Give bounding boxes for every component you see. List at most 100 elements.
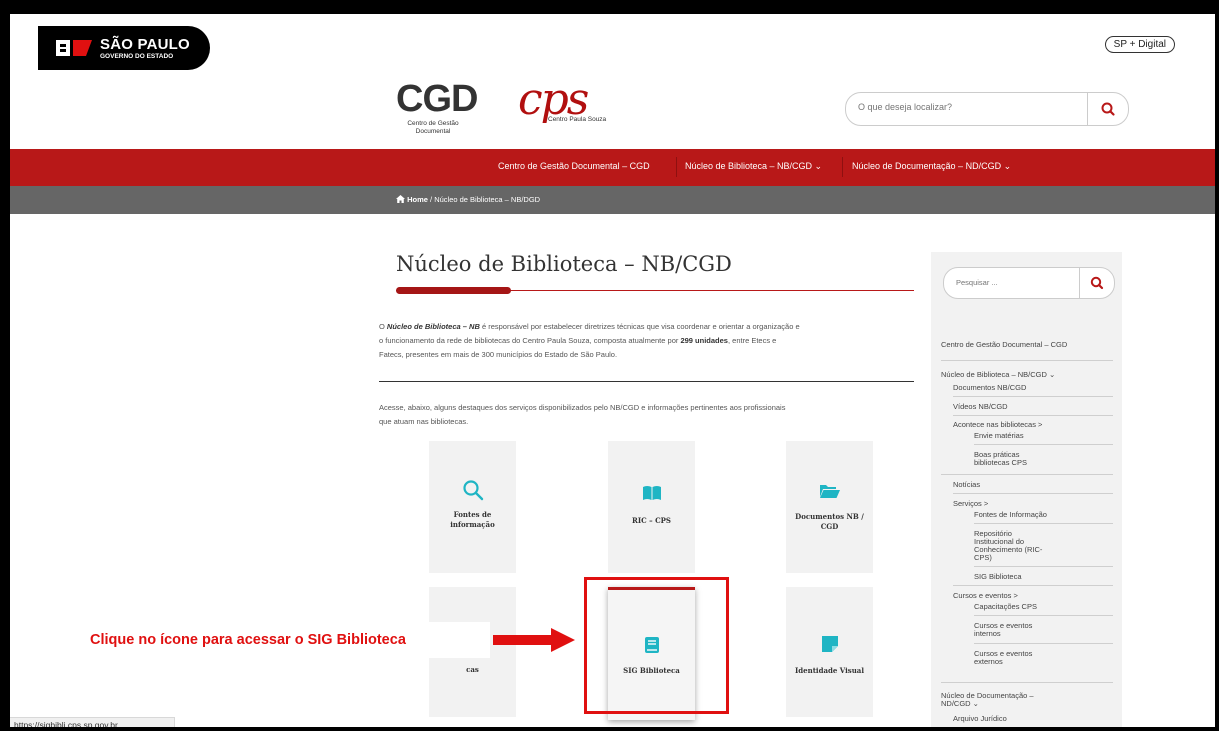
sidebar-item-nd[interactable]: Núcleo de Documentação – ND/CGD ⌄ — [941, 692, 1034, 708]
intro-line-2-end: , entre Etecs e — [727, 336, 777, 345]
sidebar-item-documentos[interactable]: Documentos NB/CGD — [953, 384, 1026, 392]
sidebar-item-noticias[interactable]: Notícias — [953, 481, 980, 489]
card-fontes-informacao[interactable]: Fontes de informação — [429, 441, 516, 573]
sidebar-search-button[interactable] — [1079, 268, 1114, 298]
sidebar-item-servicos[interactable]: Serviços > — [953, 500, 988, 508]
sidebar-divider — [953, 396, 1113, 397]
sidebar-divider — [974, 566, 1113, 567]
header-search-input[interactable] — [856, 101, 1080, 113]
card-ric-label: RIC – CPS — [632, 516, 671, 525]
sidebar-item-cursos[interactable]: Cursos e eventos > — [953, 592, 1018, 600]
nav-item-cgd[interactable]: Centro de Gestão Documental – CGD — [498, 161, 650, 171]
intro-line-1-end: é responsável por estabelecer diretrizes… — [479, 322, 800, 331]
breadcrumb: Home / Núcleo de Biblioteca – NB/DGD — [10, 186, 1215, 214]
sidebar-divider — [941, 360, 1113, 361]
card-identidade-visual[interactable]: Identidade Visual — [786, 587, 873, 717]
breadcrumb-home-link[interactable]: Home — [407, 195, 428, 204]
sidebar-item-boas-praticas[interactable]: Boas práticas bibliotecas CPS — [974, 451, 1027, 467]
sidebar-item-nd-2: ND/CGD ⌄ — [941, 699, 979, 708]
sidebar-divider — [974, 523, 1113, 524]
sidebar-item-internos-2: internos — [974, 629, 1001, 638]
arrow-right-icon — [493, 628, 575, 652]
access-line-1: Acesse, abaixo, alguns destaques dos ser… — [379, 403, 786, 412]
sidebar-item-fontes[interactable]: Fontes de Informação — [974, 511, 1047, 519]
sidebar-divider — [953, 585, 1113, 586]
card-identidade-label: Identidade Visual — [794, 666, 864, 675]
cps-logo-subtitle: Centro Paula Souza — [548, 116, 607, 123]
card-ric-cps[interactable]: RIC – CPS — [608, 441, 695, 573]
cgd-logo[interactable]: CGD Centro de Gestão Documental — [396, 78, 478, 136]
sidebar-divider — [953, 493, 1113, 494]
sidebar-item-cursos-externos[interactable]: Cursos e eventos externos — [974, 650, 1032, 666]
sidebar-divider — [953, 415, 1113, 416]
access-paragraph: Acesse, abaixo, alguns destaques dos ser… — [379, 401, 919, 429]
card-fontes-label-2: informação — [450, 520, 495, 529]
sidebar-search-input[interactable] — [954, 277, 1078, 288]
access-line-2: que atuam nas bibliotecas. — [379, 417, 469, 426]
sidebar-item-videos[interactable]: Vídeos NB/CGD — [953, 403, 1008, 411]
sidebar-divider — [974, 444, 1113, 445]
sidebar-search-box — [943, 267, 1115, 299]
sidebar-item-externos-2: externos — [974, 657, 1003, 666]
card-documentos-label: Documentos NB / CGD — [786, 512, 873, 532]
card-partial-label: cas — [466, 665, 479, 674]
sidebar-item-envie[interactable]: Envie matérias — [974, 432, 1024, 440]
intro-paragraph: O Núcleo de Biblioteca – NB é responsáve… — [379, 320, 919, 362]
folder-open-icon — [819, 485, 840, 498]
cps-logo[interactable]: cps Centro Paula Souza — [518, 78, 606, 124]
sidebar-item-cgd[interactable]: Centro de Gestão Documental – CGD — [941, 341, 1067, 349]
intro-line-3: Fatecs, presentes em mais de 300 municíp… — [379, 350, 618, 359]
header-search-button[interactable] — [1087, 93, 1128, 125]
intro-line-1-start: O — [379, 322, 387, 331]
header-search-box — [845, 92, 1129, 126]
sidebar-divider — [941, 682, 1113, 683]
site-header: CGD Centro de Gestão Documental cps Cent… — [10, 72, 1215, 149]
sidebar-item-acontece[interactable]: Acontece nas bibliotecas > — [953, 421, 1042, 429]
home-icon — [396, 195, 405, 203]
browser-viewport: SÃO PAULO GOVERNO DO ESTADO SP + Digital… — [10, 14, 1215, 727]
sidebar-divider — [974, 615, 1113, 616]
sidebar-item-repositorio[interactable]: Repositório Institucional do Conheciment… — [974, 530, 1042, 562]
sidebar-item-capacitacoes[interactable]: Capacitações CPS — [974, 603, 1037, 611]
sidebar-item-arquivo[interactable]: Arquivo Jurídico — [953, 715, 1007, 723]
content-separator — [379, 381, 914, 382]
search-icon — [1101, 102, 1115, 116]
page-title: Núcleo de Biblioteca – NB/CGD — [396, 252, 732, 276]
card-fontes-label: Fontes de informação — [429, 510, 516, 530]
search-icon — [462, 480, 483, 501]
nav-item-nb[interactable]: Núcleo de Biblioteca – NB/CGD ⌄ — [685, 161, 822, 172]
card-documentos-label-1: Documentos NB / — [795, 512, 864, 521]
sidebar-item-boas-2: bibliotecas CPS — [974, 458, 1027, 467]
main-navigation: Centro de Gestão Documental – CGD Núcleo… — [10, 149, 1215, 186]
card-documentos-label-2: CGD — [820, 522, 839, 531]
breadcrumb-text: Home / Núcleo de Biblioteca – NB/DGD — [396, 195, 540, 204]
sao-paulo-logo[interactable]: SÃO PAULO GOVERNO DO ESTADO — [38, 26, 210, 70]
logo-title: SÃO PAULO — [100, 36, 190, 53]
sidebar-item-nb[interactable]: Núcleo de Biblioteca – NB/CGD ⌄ — [941, 371, 1055, 379]
sidebar-item-repo-4: CPS) — [974, 553, 992, 562]
open-book-icon — [642, 486, 661, 500]
card-documentos-nb[interactable]: Documentos NB / CGD — [786, 441, 873, 573]
cgd-logo-subtitle: Centro de Gestão Documental — [407, 120, 459, 135]
sp-digital-button[interactable]: SP + Digital — [1104, 36, 1175, 53]
callout-text: Clique no ícone para acessar o SIG Bibli… — [90, 632, 406, 648]
breadcrumb-current: / Núcleo de Biblioteca – NB/DGD — [427, 195, 541, 204]
intro-line-2-start: o funcionamento da rede de bibliotecas d… — [379, 336, 681, 345]
status-bar-url: https://sigbibli.cps.sp.gov.br — [10, 717, 175, 727]
highlight-rectangle — [584, 577, 729, 714]
search-icon — [1090, 276, 1104, 290]
logo-subtitle: GOVERNO DO ESTADO — [100, 53, 174, 60]
government-bar: SÃO PAULO GOVERNO DO ESTADO SP + Digital — [10, 14, 1215, 73]
sp-flag-icon — [56, 40, 92, 56]
sidebar-item-cursos-internos[interactable]: Cursos e eventos internos — [974, 622, 1032, 638]
sidebar: Centro de Gestão Documental – CGD Núcleo… — [931, 252, 1122, 727]
sticky-note-icon — [821, 636, 838, 652]
intro-bold-units: 299 unidades — [680, 336, 728, 345]
sidebar-divider — [974, 643, 1113, 644]
title-accent-bar — [396, 287, 511, 294]
intro-bold-nb: Núcleo de Biblioteca – NB — [386, 322, 480, 331]
cgd-logo-title: CGD — [396, 78, 478, 120]
sidebar-item-sig[interactable]: SIG Biblioteca — [974, 573, 1022, 581]
nav-item-nd[interactable]: Núcleo de Documentação – ND/CGD ⌄ — [852, 161, 1011, 172]
sidebar-divider — [941, 474, 1113, 475]
